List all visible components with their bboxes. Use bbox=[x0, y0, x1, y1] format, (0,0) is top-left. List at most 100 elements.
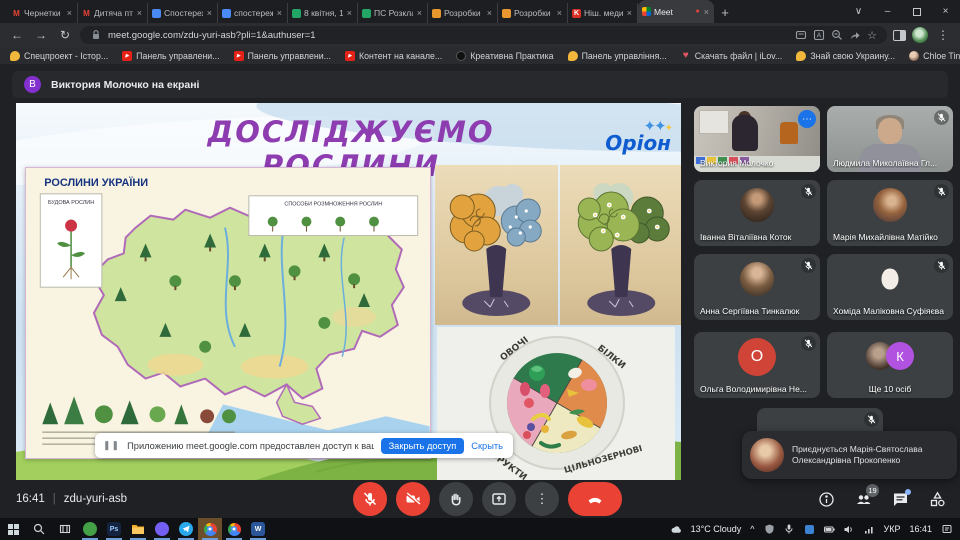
back-button[interactable]: ← bbox=[8, 28, 26, 42]
bookmark-item[interactable]: ▶Панель управлени... bbox=[234, 51, 331, 61]
tab-close-icon[interactable]: × bbox=[626, 8, 633, 18]
taskbar-app-viber[interactable] bbox=[150, 518, 174, 540]
bookmark-item[interactable]: Знай свою Украину... bbox=[796, 51, 895, 61]
taskbar-app-chrome-active[interactable] bbox=[198, 518, 222, 540]
tile-maria[interactable]: Марія Михайлівна Матійко bbox=[827, 180, 953, 246]
taskbar-app-photoshop[interactable]: Ps bbox=[102, 518, 126, 540]
tab-medyk[interactable]: K Ніш. медик × bbox=[568, 3, 638, 23]
more-options-button[interactable]: ⋮ bbox=[525, 482, 559, 516]
taskbar-app-telegram[interactable] bbox=[174, 518, 198, 540]
start-button[interactable] bbox=[0, 518, 26, 540]
tile-olha[interactable]: О Ольга Володимирівна Не... bbox=[694, 332, 820, 398]
taskbar-app-explorer[interactable] bbox=[126, 518, 150, 540]
tab-close-icon[interactable]: × bbox=[416, 8, 423, 18]
bookmark-item[interactable]: ▶Контент на канале... bbox=[345, 51, 442, 61]
tile-anna[interactable]: Анна Сергіївна Тинкалюк bbox=[694, 254, 820, 320]
reading-list-icon[interactable] bbox=[795, 29, 807, 41]
network-icon[interactable] bbox=[864, 524, 875, 535]
activities-button[interactable] bbox=[929, 491, 946, 508]
tab-docs-1[interactable]: Спостереж × bbox=[148, 3, 218, 23]
tab-gmail-drafts[interactable]: M Чернетки п × bbox=[8, 3, 78, 23]
participants-button[interactable]: 19 bbox=[855, 491, 872, 508]
tab-meet-active[interactable]: Meet ● × bbox=[638, 0, 714, 23]
ukraine-map-art: РОСЛИНИ УКРАЇНИ bbox=[26, 168, 430, 458]
present-screen-button[interactable] bbox=[482, 482, 516, 516]
tile-ivanna[interactable]: Іванна Віталіївна Коток bbox=[694, 180, 820, 246]
taskbar-app-aimp[interactable] bbox=[78, 518, 102, 540]
omnibox[interactable]: meet.google.com/zdu-yuri-asb?pli=1&authu… bbox=[80, 26, 887, 44]
raise-hand-button[interactable] bbox=[439, 482, 473, 516]
tab-search-chevron[interactable]: ∨ bbox=[844, 0, 873, 23]
site-icon bbox=[502, 9, 511, 18]
taskbar-clock[interactable]: 16:41 bbox=[909, 524, 932, 534]
gmail-icon: M bbox=[12, 9, 21, 18]
task-view-button[interactable] bbox=[52, 518, 78, 540]
tab-close-icon[interactable]: × bbox=[276, 8, 283, 18]
camera-toggle-button[interactable] bbox=[396, 482, 430, 516]
tab-close-icon[interactable]: × bbox=[556, 8, 563, 18]
tile-khomida[interactable]: Хоміда Маліковна Суфіяєва bbox=[827, 254, 953, 320]
bookmark-label: Панель управлени... bbox=[248, 51, 331, 61]
tab-rozrobky-1[interactable]: Розробки у × bbox=[428, 3, 498, 23]
translate-icon[interactable]: A bbox=[813, 29, 825, 41]
tab-close-icon[interactable]: × bbox=[346, 8, 353, 18]
restore-button[interactable] bbox=[902, 0, 931, 23]
meeting-details-button[interactable] bbox=[818, 491, 835, 508]
tab-close-icon[interactable]: × bbox=[703, 7, 710, 17]
tray-mic-icon[interactable] bbox=[784, 524, 795, 535]
tab-sheets-1[interactable]: 8 квітня, 1 × bbox=[288, 3, 358, 23]
bookmark-item[interactable]: Спецпроект - Істор... bbox=[10, 51, 108, 61]
tab-docs-2[interactable]: спостереж × bbox=[218, 3, 288, 23]
shield-icon[interactable] bbox=[764, 524, 775, 535]
tile-options-button[interactable]: ⋯ bbox=[798, 110, 816, 128]
chat-button[interactable] bbox=[892, 491, 909, 508]
bookmark-item[interactable]: Chloe Ting - My Fit... bbox=[909, 51, 960, 61]
taskbar-app-word[interactable]: W bbox=[246, 518, 270, 540]
minimize-button[interactable]: – bbox=[873, 0, 902, 23]
forward-button[interactable]: → bbox=[32, 28, 50, 42]
bookmark-item[interactable]: ▶Панель управлени... bbox=[122, 51, 219, 61]
call-controls: ⋮ bbox=[353, 482, 622, 516]
taskbar-app-browser[interactable] bbox=[222, 518, 246, 540]
tab-close-icon[interactable]: × bbox=[206, 8, 213, 18]
chrome-icon bbox=[204, 523, 217, 536]
bookmark-item[interactable]: Креативна Практика bbox=[456, 51, 553, 61]
bookmark-star-icon[interactable]: ☆ bbox=[867, 29, 877, 42]
weather-text[interactable]: 13°C Cloudy bbox=[691, 524, 742, 534]
browser-tab-strip: M Чернетки п × M Дитяча пте × Спостереж … bbox=[0, 0, 960, 23]
tab-close-icon[interactable]: × bbox=[486, 8, 493, 18]
mic-toggle-button[interactable] bbox=[353, 482, 387, 516]
meeting-code: zdu-yuri-asb bbox=[64, 493, 127, 505]
tab-close-icon[interactable]: × bbox=[136, 8, 143, 18]
hide-share-bar-button[interactable]: Скрыть bbox=[471, 441, 505, 451]
screen: M Чернетки п × M Дитяча пте × Спостереж … bbox=[0, 0, 960, 540]
search-button[interactable] bbox=[26, 518, 52, 540]
tab-label: Чернетки п bbox=[24, 8, 63, 18]
tile-liudmyla[interactable]: Людмила Миколаївна Гл... bbox=[827, 106, 953, 172]
close-window-button[interactable]: × bbox=[931, 0, 960, 23]
tab-rozrobky-2[interactable]: Розробки × bbox=[498, 3, 568, 23]
reload-button[interactable]: ↻ bbox=[56, 28, 74, 42]
browser-menu-icon[interactable]: ⋮ bbox=[934, 28, 952, 42]
end-call-button[interactable] bbox=[568, 482, 622, 516]
share-icon[interactable] bbox=[849, 29, 861, 41]
meeting-info: 16:41 | zdu-yuri-asb bbox=[16, 480, 127, 518]
tab-gmail-2[interactable]: M Дитяча пте × bbox=[78, 3, 148, 23]
stop-sharing-button[interactable]: Закрыть доступ bbox=[381, 438, 465, 454]
new-tab-button[interactable]: + bbox=[714, 3, 736, 23]
battery-icon[interactable] bbox=[824, 524, 835, 535]
bookmark-item[interactable]: ♥Скачать файл | iLov... bbox=[681, 51, 783, 61]
bookmark-item[interactable]: Панель управління... bbox=[568, 51, 667, 61]
action-center-icon[interactable] bbox=[941, 524, 952, 535]
keyboard-language[interactable]: УКР bbox=[884, 524, 901, 534]
tile-more-people[interactable]: К Ще 10 осіб bbox=[827, 332, 953, 398]
tray-expand-icon[interactable]: ^ bbox=[750, 524, 754, 534]
side-panel-icon[interactable] bbox=[893, 30, 906, 41]
tile-viktoria[interactable]: ⋯ Виктория Молочко bbox=[694, 106, 820, 172]
speaker-icon[interactable] bbox=[844, 524, 855, 535]
tab-sheets-2[interactable]: ПС Розклад × bbox=[358, 3, 428, 23]
zoom-out-icon[interactable] bbox=[831, 29, 843, 41]
profile-avatar[interactable] bbox=[912, 27, 928, 43]
tab-close-icon[interactable]: × bbox=[66, 8, 73, 18]
bluetooth-icon[interactable] bbox=[804, 524, 815, 535]
